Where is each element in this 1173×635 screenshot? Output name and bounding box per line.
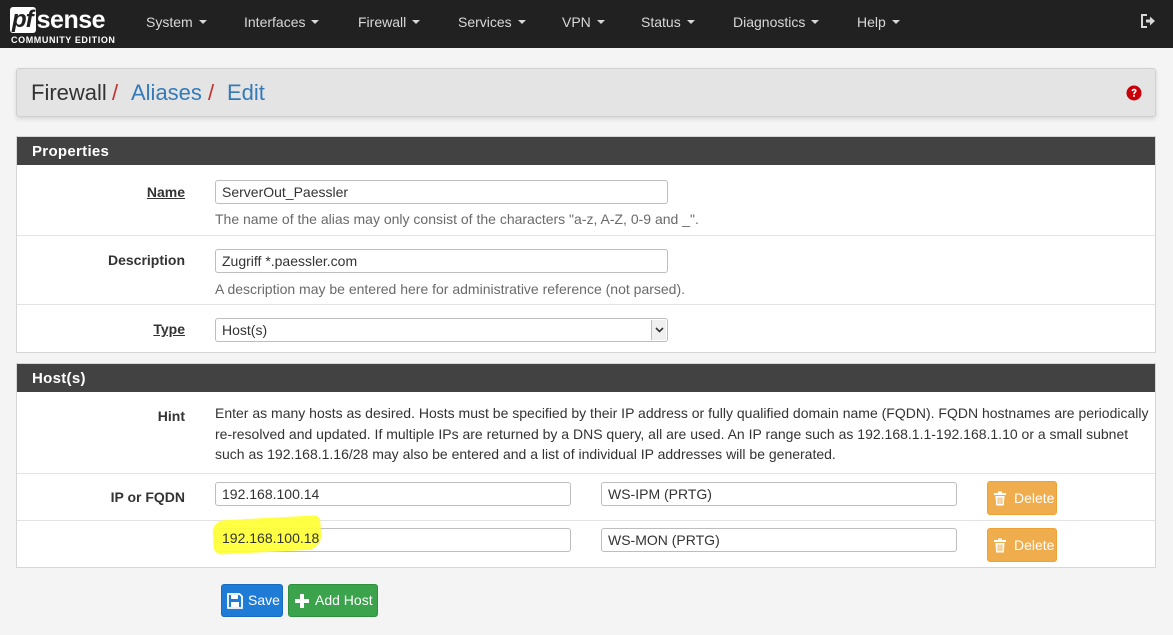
logo-pf: pf <box>10 7 36 33</box>
host-ip-value-highlighted: 192.168.100.18 <box>222 530 320 546</box>
nav-label: Diagnostics <box>733 14 806 30</box>
trash-icon <box>994 491 1006 506</box>
host-ip-input[interactable]: 192.168.100.14 <box>215 482 571 506</box>
logo-sense: sense <box>36 6 106 34</box>
form-row-name: Name ServerOut_Paessler The name of the … <box>17 165 1155 235</box>
trash-icon <box>994 538 1006 553</box>
form-row-hint: Hint Enter as many hosts as desired. Hos… <box>17 392 1155 473</box>
ip-or-fqdn-label: IP or FQDN <box>110 489 185 505</box>
caret-down-icon <box>412 20 421 25</box>
nav-label: Firewall <box>358 14 407 30</box>
delete-host-button[interactable]: Delete <box>987 481 1057 515</box>
nav-label: VPN <box>562 14 591 30</box>
name-help-text: The name of the alias may only consist o… <box>215 211 699 227</box>
breadcrumb-separator: / <box>208 80 215 105</box>
add-host-button[interactable]: Add Host <box>288 584 378 617</box>
save-icon <box>227 593 243 609</box>
caret-down-icon <box>686 20 695 25</box>
breadcrumb-aliases-link[interactable]: Aliases <box>131 80 202 106</box>
sign-out-icon[interactable] <box>1139 12 1157 30</box>
breadcrumb-firewall: Firewall <box>31 80 107 105</box>
question-circle-icon[interactable] <box>1126 85 1142 101</box>
description-help-text: A description may be entered here for ad… <box>215 281 686 297</box>
nav-menu-status[interactable]: Status <box>641 0 695 48</box>
logo-edition: COMMUNITY EDITION <box>11 35 116 45</box>
name-input[interactable]: ServerOut_Paessler <box>215 180 668 204</box>
nav-menu-interfaces[interactable]: Interfaces <box>244 0 320 48</box>
form-row-description: Description Zugriff *.paessler.com A des… <box>17 235 1155 304</box>
description-label: Description <box>107 252 185 268</box>
properties-panel: Properties Name ServerOut_Paessler The n… <box>16 136 1156 353</box>
caret-down-icon <box>311 20 320 25</box>
pfsense-logo[interactable]: pf sense COMMUNITY EDITION <box>10 3 122 45</box>
hint-text: Enter as many hosts as desired. Hosts mu… <box>215 405 1149 462</box>
nav-label: Interfaces <box>244 14 306 30</box>
nav-label: Services <box>458 14 512 30</box>
top-navbar: pf sense COMMUNITY EDITION System Interfa… <box>0 0 1173 48</box>
panel-header-properties: Properties <box>17 137 1155 165</box>
type-select-value: Host(s) <box>222 322 268 338</box>
description-input[interactable]: Zugriff *.paessler.com <box>215 249 668 273</box>
nav-label: Status <box>641 14 681 30</box>
host-row: WS-MON (PRTG) Delete <box>17 520 1155 567</box>
hint-label: Hint <box>157 408 185 424</box>
nav-menu-help[interactable]: Help <box>857 0 900 48</box>
caret-down-icon <box>517 20 526 25</box>
caret-down-icon <box>811 20 820 25</box>
breadcrumb-separator: / <box>112 80 119 105</box>
nav-label: Help <box>857 14 886 30</box>
nav-label: System <box>146 14 193 30</box>
caret-down-icon <box>596 20 605 25</box>
logo-wordmark: pf sense <box>10 3 106 34</box>
save-label: Save <box>248 592 280 608</box>
form-row-type: Type Host(s) <box>17 304 1155 352</box>
nav-menu-system[interactable]: System <box>146 0 207 48</box>
host-description-input[interactable]: WS-MON (PRTG) <box>601 528 957 552</box>
breadcrumb-edit-link[interactable]: Edit <box>227 80 265 106</box>
caret-down-icon <box>891 20 900 25</box>
host-row: IP or FQDN 192.168.100.14 WS-IPM (PRTG) … <box>17 473 1155 520</box>
caret-down-icon <box>198 20 207 25</box>
delete-label: Delete <box>1014 490 1055 506</box>
panel-header-hosts: Host(s) <box>17 364 1155 392</box>
type-label: Type <box>153 321 185 337</box>
nav-menu-firewall[interactable]: Firewall <box>358 0 421 48</box>
delete-label: Delete <box>1014 537 1055 553</box>
hosts-panel: Host(s) Hint Enter as many hosts as desi… <box>16 363 1156 568</box>
save-button[interactable]: Save <box>221 584 283 617</box>
name-label: Name <box>146 184 185 200</box>
nav-menu-vpn[interactable]: VPN <box>562 0 605 48</box>
plus-icon <box>295 594 309 608</box>
nav-menu-services[interactable]: Services <box>458 0 526 48</box>
type-select[interactable]: Host(s) <box>215 318 668 342</box>
add-host-label: Add Host <box>315 592 373 608</box>
delete-host-button[interactable]: Delete <box>987 528 1057 562</box>
host-description-input[interactable]: WS-IPM (PRTG) <box>601 482 957 506</box>
breadcrumb: Firewall / Aliases / Edit <box>16 68 1156 117</box>
nav-menu-diagnostics[interactable]: Diagnostics <box>733 0 820 48</box>
chevron-down-icon <box>651 320 666 340</box>
